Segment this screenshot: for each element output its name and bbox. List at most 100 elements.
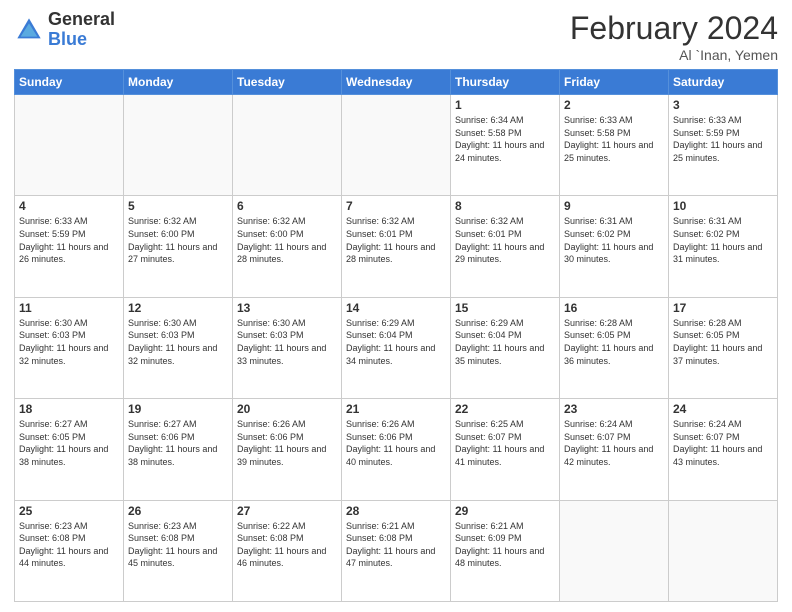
day-info: Sunrise: 6:27 AM Sunset: 6:05 PM Dayligh… <box>19 418 119 468</box>
table-row <box>124 95 233 196</box>
day-info: Sunrise: 6:28 AM Sunset: 6:05 PM Dayligh… <box>673 317 773 367</box>
day-info: Sunrise: 6:31 AM Sunset: 6:02 PM Dayligh… <box>673 215 773 265</box>
table-row <box>669 500 778 601</box>
day-info: Sunrise: 6:24 AM Sunset: 6:07 PM Dayligh… <box>673 418 773 468</box>
day-info: Sunrise: 6:27 AM Sunset: 6:06 PM Dayligh… <box>128 418 228 468</box>
location: Al `Inan, Yemen <box>570 47 778 63</box>
month-title: February 2024 <box>570 10 778 47</box>
day-info: Sunrise: 6:23 AM Sunset: 6:08 PM Dayligh… <box>128 520 228 570</box>
day-number: 6 <box>237 199 337 213</box>
col-header-sunday: Sunday <box>15 70 124 95</box>
table-row <box>233 95 342 196</box>
table-row: 17 Sunrise: 6:28 AM Sunset: 6:05 PM Dayli… <box>669 297 778 398</box>
day-number: 16 <box>564 301 664 315</box>
day-info: Sunrise: 6:32 AM Sunset: 6:00 PM Dayligh… <box>128 215 228 265</box>
table-row: 25 Sunrise: 6:23 AM Sunset: 6:08 PM Dayli… <box>15 500 124 601</box>
day-number: 8 <box>455 199 555 213</box>
table-row: 3 Sunrise: 6:33 AM Sunset: 5:59 PM Daylig… <box>669 95 778 196</box>
day-number: 4 <box>19 199 119 213</box>
day-number: 27 <box>237 504 337 518</box>
table-row: 1 Sunrise: 6:34 AM Sunset: 5:58 PM Daylig… <box>451 95 560 196</box>
table-row: 5 Sunrise: 6:32 AM Sunset: 6:00 PM Daylig… <box>124 196 233 297</box>
day-number: 22 <box>455 402 555 416</box>
day-info: Sunrise: 6:21 AM Sunset: 6:09 PM Dayligh… <box>455 520 555 570</box>
col-header-tuesday: Tuesday <box>233 70 342 95</box>
col-header-thursday: Thursday <box>451 70 560 95</box>
day-info: Sunrise: 6:25 AM Sunset: 6:07 PM Dayligh… <box>455 418 555 468</box>
day-info: Sunrise: 6:30 AM Sunset: 6:03 PM Dayligh… <box>128 317 228 367</box>
day-info: Sunrise: 6:32 AM Sunset: 6:01 PM Dayligh… <box>346 215 446 265</box>
table-row: 15Sunrise: 6:29 AM Sunset: 6:04 PM Dayli… <box>451 297 560 398</box>
table-row: 16 Sunrise: 6:28 AM Sunset: 6:05 PM Dayli… <box>560 297 669 398</box>
table-row <box>342 95 451 196</box>
table-row: 9 Sunrise: 6:31 AM Sunset: 6:02 PM Daylig… <box>560 196 669 297</box>
table-row: 10 Sunrise: 6:31 AM Sunset: 6:02 PM Dayli… <box>669 196 778 297</box>
day-info: Sunrise: 6:26 AM Sunset: 6:06 PM Dayligh… <box>346 418 446 468</box>
day-info: Sunrise: 6:33 AM Sunset: 5:59 PM Dayligh… <box>673 114 773 164</box>
logo: General Blue <box>14 10 115 50</box>
day-info: Sunrise: 6:23 AM Sunset: 6:08 PM Dayligh… <box>19 520 119 570</box>
day-info: Sunrise: 6:33 AM Sunset: 5:59 PM Dayligh… <box>19 215 119 265</box>
table-row <box>560 500 669 601</box>
table-row: 7 Sunrise: 6:32 AM Sunset: 6:01 PM Daylig… <box>342 196 451 297</box>
table-row: 14 Sunrise: 6:29 AM Sunset: 6:04 PM Dayli… <box>342 297 451 398</box>
day-info: Sunrise: 6:34 AM Sunset: 5:58 PM Dayligh… <box>455 114 555 164</box>
header: General Blue February 2024 Al `Inan, Yem… <box>14 10 778 63</box>
table-row: 26 Sunrise: 6:23 AM Sunset: 6:08 PM Dayli… <box>124 500 233 601</box>
table-row: 29 Sunrise: 6:21 AM Sunset: 6:09 PM Dayli… <box>451 500 560 601</box>
day-number: 25 <box>19 504 119 518</box>
day-number: 7 <box>346 199 446 213</box>
logo-general: General <box>48 10 115 30</box>
table-row: 4 Sunrise: 6:33 AM Sunset: 5:59 PM Daylig… <box>15 196 124 297</box>
col-header-monday: Monday <box>124 70 233 95</box>
day-info: Sunrise: 6:32 AM Sunset: 6:00 PM Dayligh… <box>237 215 337 265</box>
page: General Blue February 2024 Al `Inan, Yem… <box>0 0 792 612</box>
day-info: Sunrise: 6:26 AM Sunset: 6:06 PM Dayligh… <box>237 418 337 468</box>
logo-icon <box>14 15 44 45</box>
table-row <box>15 95 124 196</box>
table-row: 8Sunrise: 6:32 AM Sunset: 6:01 PM Daylig… <box>451 196 560 297</box>
table-row: 11Sunrise: 6:30 AM Sunset: 6:03 PM Dayli… <box>15 297 124 398</box>
day-info: Sunrise: 6:21 AM Sunset: 6:08 PM Dayligh… <box>346 520 446 570</box>
table-row: 23Sunrise: 6:24 AM Sunset: 6:07 PM Dayli… <box>560 399 669 500</box>
day-info: Sunrise: 6:30 AM Sunset: 6:03 PM Dayligh… <box>237 317 337 367</box>
col-header-friday: Friday <box>560 70 669 95</box>
day-number: 19 <box>128 402 228 416</box>
day-number: 15 <box>455 301 555 315</box>
day-number: 10 <box>673 199 773 213</box>
day-number: 28 <box>346 504 446 518</box>
day-number: 24 <box>673 402 773 416</box>
table-row: 27Sunrise: 6:22 AM Sunset: 6:08 PM Dayli… <box>233 500 342 601</box>
day-number: 1 <box>455 98 555 112</box>
day-number: 9 <box>564 199 664 213</box>
table-row: 19 Sunrise: 6:27 AM Sunset: 6:06 PM Dayli… <box>124 399 233 500</box>
calendar: SundayMondayTuesdayWednesdayThursdayFrid… <box>14 69 778 602</box>
table-row: 22 Sunrise: 6:25 AM Sunset: 6:07 PM Dayli… <box>451 399 560 500</box>
table-row: 12 Sunrise: 6:30 AM Sunset: 6:03 PM Dayli… <box>124 297 233 398</box>
day-number: 5 <box>128 199 228 213</box>
day-info: Sunrise: 6:28 AM Sunset: 6:05 PM Dayligh… <box>564 317 664 367</box>
table-row: 18Sunrise: 6:27 AM Sunset: 6:05 PM Dayli… <box>15 399 124 500</box>
table-row: 2 Sunrise: 6:33 AM Sunset: 5:58 PM Daylig… <box>560 95 669 196</box>
day-number: 21 <box>346 402 446 416</box>
day-number: 17 <box>673 301 773 315</box>
day-number: 12 <box>128 301 228 315</box>
day-number: 20 <box>237 402 337 416</box>
day-number: 2 <box>564 98 664 112</box>
logo-blue: Blue <box>48 30 115 50</box>
day-number: 23 <box>564 402 664 416</box>
table-row: 24 Sunrise: 6:24 AM Sunset: 6:07 PM Dayli… <box>669 399 778 500</box>
day-info: Sunrise: 6:31 AM Sunset: 6:02 PM Dayligh… <box>564 215 664 265</box>
day-info: Sunrise: 6:29 AM Sunset: 6:04 PM Dayligh… <box>346 317 446 367</box>
title-block: February 2024 Al `Inan, Yemen <box>570 10 778 63</box>
day-number: 3 <box>673 98 773 112</box>
col-header-wednesday: Wednesday <box>342 70 451 95</box>
day-number: 11 <box>19 301 119 315</box>
day-number: 26 <box>128 504 228 518</box>
col-header-saturday: Saturday <box>669 70 778 95</box>
table-row: 21 Sunrise: 6:26 AM Sunset: 6:06 PM Dayli… <box>342 399 451 500</box>
table-row: 6 Sunrise: 6:32 AM Sunset: 6:00 PM Daylig… <box>233 196 342 297</box>
day-info: Sunrise: 6:33 AM Sunset: 5:58 PM Dayligh… <box>564 114 664 164</box>
day-number: 29 <box>455 504 555 518</box>
day-number: 14 <box>346 301 446 315</box>
